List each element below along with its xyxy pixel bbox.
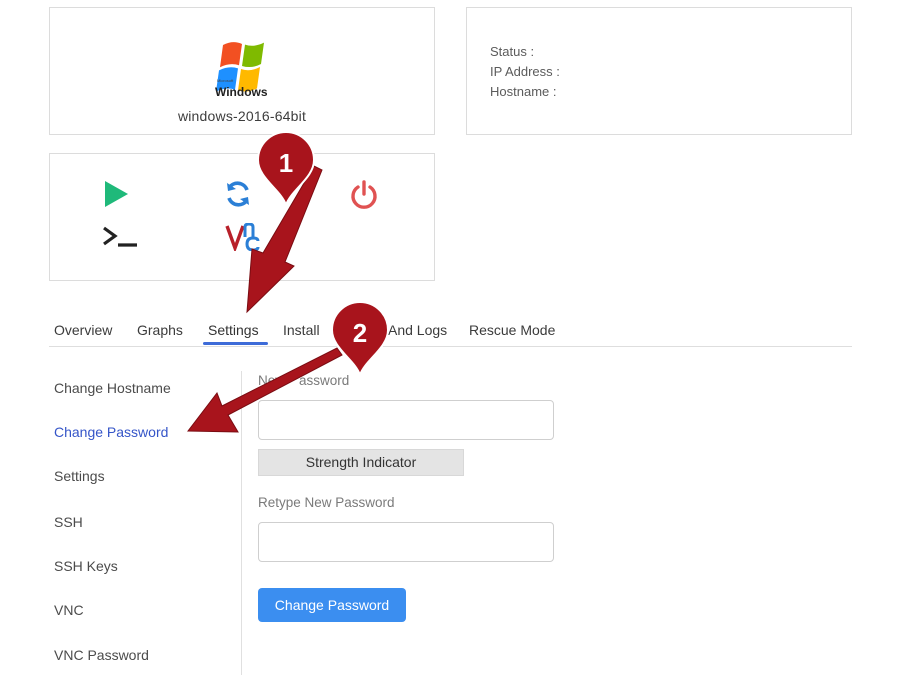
tab-overview[interactable]: Overview — [54, 322, 112, 338]
tab-bar: Overview Graphs Settings Install And Log… — [49, 314, 852, 347]
hostname-label: Hostname : — [490, 84, 557, 99]
strength-indicator: Strength Indicator — [258, 449, 464, 476]
restart-icon[interactable] — [223, 179, 253, 209]
new-password-input[interactable] — [258, 400, 554, 440]
retype-password-label: Retype New Password — [258, 495, 395, 510]
power-icon[interactable] — [349, 179, 379, 209]
tab-settings[interactable]: Settings — [208, 322, 259, 338]
actions-card — [49, 153, 435, 281]
status-label: Status : — [490, 44, 535, 59]
sidebar-item-vnc-password[interactable]: VNC Password — [54, 647, 149, 663]
vnc-icon[interactable] — [225, 223, 261, 251]
sidebar-item-vnc[interactable]: VNC — [54, 602, 84, 618]
sidebar-item-change-hostname[interactable]: Change Hostname — [54, 380, 171, 396]
svg-text:Windows: Windows — [215, 85, 268, 99]
ip-address-label: IP Address : — [490, 64, 560, 79]
tab-install[interactable]: Install — [283, 322, 320, 338]
active-tab-indicator — [203, 342, 268, 345]
tab-logs[interactable]: And Logs — [388, 322, 447, 338]
tab-rescue-mode[interactable]: Rescue Mode — [469, 322, 555, 338]
play-icon[interactable] — [102, 180, 130, 208]
sidebar-item-ssh[interactable]: SSH — [54, 514, 83, 530]
sidebar-item-settings[interactable]: Settings — [54, 468, 105, 484]
change-password-button[interactable]: Change Password — [258, 588, 406, 622]
tab-graphs[interactable]: Graphs — [137, 322, 183, 338]
sidebar-divider — [241, 371, 242, 675]
sidebar-item-ssh-keys[interactable]: SSH Keys — [54, 558, 118, 574]
svg-text:Microsoft: Microsoft — [217, 78, 234, 83]
windows-logo: Microsoft Windows — [215, 42, 268, 99]
console-icon[interactable] — [101, 225, 139, 249]
os-name: windows-2016-64bit — [177, 108, 307, 124]
new-password-label: New assword — [258, 373, 350, 388]
sidebar-item-change-password[interactable]: Change Password — [54, 424, 168, 440]
retype-password-input[interactable] — [258, 522, 554, 562]
